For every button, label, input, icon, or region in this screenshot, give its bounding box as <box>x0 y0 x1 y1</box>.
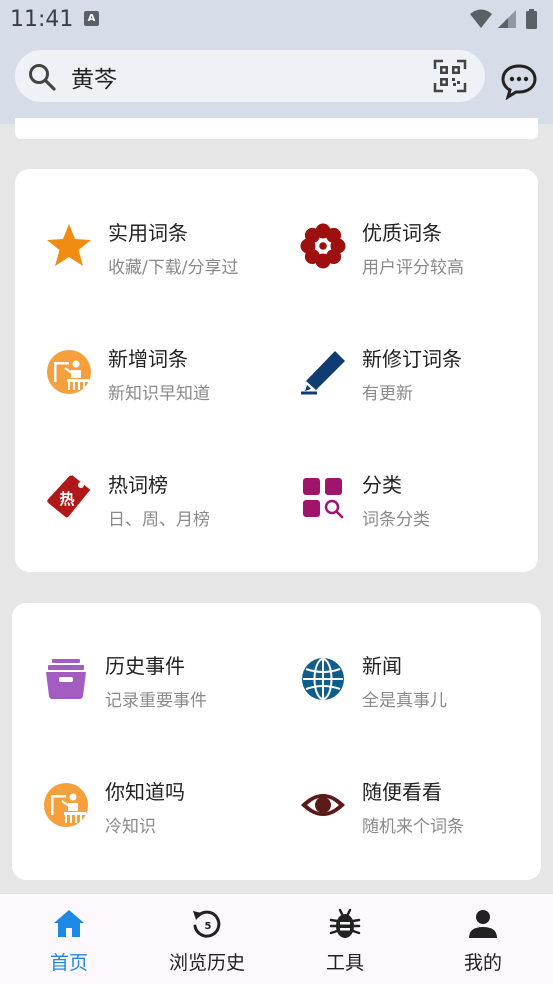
item-title: 热词榜 <box>108 473 168 497</box>
wifi-icon <box>470 9 492 28</box>
qr-scan-icon[interactable] <box>433 59 467 93</box>
pencil-icon <box>301 351 345 395</box>
item-practical-entries[interactable]: 实用词条 收藏/下载/分享过 <box>45 221 275 282</box>
item-history-events[interactable]: 历史事件 记录重要事件 <box>42 654 272 715</box>
battery-icon <box>526 9 537 29</box>
item-random-browse[interactable]: 随便看看 随机来个词条 <box>299 780 529 841</box>
nav-tools[interactable]: 工具 <box>276 894 414 984</box>
message-icon[interactable] <box>500 62 538 100</box>
item-title: 实用词条 <box>108 221 188 245</box>
item-subtitle: 收藏/下载/分享过 <box>108 258 239 278</box>
item-title: 历史事件 <box>105 654 185 678</box>
search-box[interactable]: 黄芩 <box>15 50 485 102</box>
search-input[interactable]: 黄芩 <box>71 60 117 94</box>
nav-label: 工具 <box>325 952 364 974</box>
status-bar: 11:41 A <box>0 0 553 38</box>
flower-icon <box>300 223 346 269</box>
globe-icon <box>302 658 344 700</box>
item-subtitle: 全是真事儿 <box>362 691 447 711</box>
item-subtitle: 词条分类 <box>362 510 430 530</box>
item-subtitle: 新知识早知道 <box>108 384 210 404</box>
star-icon <box>47 224 91 266</box>
item-subtitle: 冷知识 <box>105 817 156 837</box>
archive-box-icon <box>46 659 86 699</box>
item-news[interactable]: 新闻 全是真事儿 <box>299 654 529 715</box>
item-subtitle: 有更新 <box>362 384 413 404</box>
item-new-entries[interactable]: 新增词条 新知识早知道 <box>45 347 275 408</box>
item-revised-entries[interactable]: 新修订词条 有更新 <box>299 347 529 408</box>
item-subtitle: 日、周、月榜 <box>108 510 210 530</box>
item-quality-entries[interactable]: 优质词条 用户评分较高 <box>299 221 529 282</box>
person-icon <box>469 910 497 938</box>
history-count: 5 <box>205 921 212 932</box>
header: 黄芩 <box>0 38 553 124</box>
entries-card: 实用词条 收藏/下载/分享过 优质词条 用户评分较高 新增词条 新知识早知道 新… <box>15 169 538 572</box>
item-did-you-know[interactable]: 你知道吗 冷知识 <box>42 780 272 841</box>
status-icons <box>470 9 537 29</box>
nav-browse-history[interactable]: 5 浏览历史 <box>138 894 276 984</box>
item-title: 分类 <box>362 473 402 497</box>
teacher-icon <box>47 350 91 394</box>
item-title: 新增词条 <box>108 347 188 371</box>
item-title: 新闻 <box>362 654 402 678</box>
signal-icon <box>498 10 516 28</box>
item-subtitle: 记录重要事件 <box>105 691 207 711</box>
item-hot-words[interactable]: 热 热词榜 日、周、月榜 <box>45 473 275 534</box>
status-time: 11:41 <box>10 7 74 32</box>
item-title: 新修订词条 <box>362 347 462 371</box>
nav-profile[interactable]: 我的 <box>414 894 552 984</box>
item-subtitle: 用户评分较高 <box>362 258 464 278</box>
item-categories[interactable]: 分类 词条分类 <box>299 473 529 534</box>
bug-tool-icon <box>329 908 361 938</box>
item-title: 优质词条 <box>362 221 442 245</box>
search-icon[interactable] <box>27 62 57 92</box>
teacher-icon <box>44 783 88 827</box>
notification-a-icon: A <box>84 11 99 26</box>
item-title: 随便看看 <box>362 780 442 804</box>
hot-tag-icon: 热 <box>47 475 91 518</box>
nav-label: 首页 <box>49 952 88 974</box>
bottom-navigation: 首页 5 浏览历史 工具 我的 <box>0 893 553 984</box>
nav-home[interactable]: 首页 <box>0 894 138 984</box>
category-icon <box>303 478 344 519</box>
item-title: 你知道吗 <box>105 780 185 804</box>
previous-card-edge <box>15 118 538 139</box>
eye-icon <box>301 794 345 816</box>
item-subtitle: 随机来个词条 <box>362 817 464 837</box>
nav-label: 浏览历史 <box>168 952 245 974</box>
hot-badge-text: 热 <box>59 490 74 508</box>
home-icon <box>54 910 84 937</box>
discover-card: 历史事件 记录重要事件 新闻 全是真事儿 你知道吗 冷知识 随便看看 随机来个词… <box>12 603 541 880</box>
nav-label: 我的 <box>463 952 502 974</box>
history-icon: 5 <box>193 910 221 938</box>
